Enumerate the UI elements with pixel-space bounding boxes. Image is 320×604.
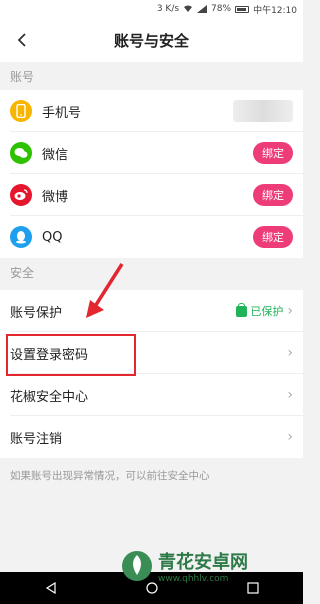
watermark-name: 青花安卓网 [158,552,248,573]
chevron-right-icon: › [287,429,293,445]
chevron-right-icon: › [287,387,293,403]
bind-button-weibo[interactable]: 绑定 [253,184,293,206]
weibo-icon [10,184,32,206]
page-title: 账号与安全 [113,31,189,50]
bind-button-wechat[interactable]: 绑定 [253,142,293,164]
watermark-url: www.qhhlv.com [158,574,229,584]
security-label: 账号注销 [10,431,63,447]
network-speed: 3 K/s [156,4,180,14]
phone-icon [10,100,32,122]
account-row-wechat[interactable]: 微信 绑定 [0,132,303,174]
security-row-account-protection[interactable]: 账号保护 已保护 › [0,290,303,332]
lock-icon [236,302,248,317]
clock: 中午12:10 [253,5,297,16]
nav-back-icon[interactable] [45,579,57,598]
account-row-qq[interactable]: QQ 绑定 [0,216,303,258]
account-label: 微博 [42,189,69,205]
security-row-security-center[interactable]: 花椒安全中心 › [0,374,303,416]
security-note: 如果账号出现异常情况，可以前往安全中心 [10,470,210,482]
section-header-security: 安全 [0,258,303,286]
wechat-icon [10,142,32,164]
account-row-weibo[interactable]: 微博 绑定 [0,174,303,216]
qq-icon [10,226,32,248]
bind-button-qq[interactable]: 绑定 [253,226,293,248]
status-bar: 3 K/s 78% 中午12:10 [0,0,303,18]
battery-icon [235,5,250,13]
battery-percent: 78% [211,4,232,14]
phone-number-masked [233,100,293,122]
security-row-account-deletion[interactable]: 账号注销 › [0,416,303,458]
security-label: 花椒安全中心 [10,389,89,405]
watermark-logo-icon [122,551,152,581]
account-label: QQ [42,229,63,245]
chevron-right-icon: › [287,303,293,319]
back-button[interactable] [8,26,36,54]
section-header-account: 账号 [0,62,303,90]
account-label: 微信 [42,147,69,163]
chevron-right-icon: › [287,345,293,361]
wifi-icon [183,5,193,13]
account-label: 手机号 [42,105,82,121]
protection-status: 已保护 [236,302,283,319]
navigation-bar: 账号与安全 [0,18,303,62]
account-row-phone[interactable]: 手机号 [0,90,303,132]
signal-icon [197,5,208,13]
chevron-left-icon [17,33,26,47]
security-label: 账号保护 [10,305,63,321]
annotation-arrow-icon [86,263,124,318]
highlight-box [6,334,136,376]
watermark: 青花安卓网 www.qhhlv.com [120,548,248,584]
nav-recents-icon[interactable] [246,579,259,598]
